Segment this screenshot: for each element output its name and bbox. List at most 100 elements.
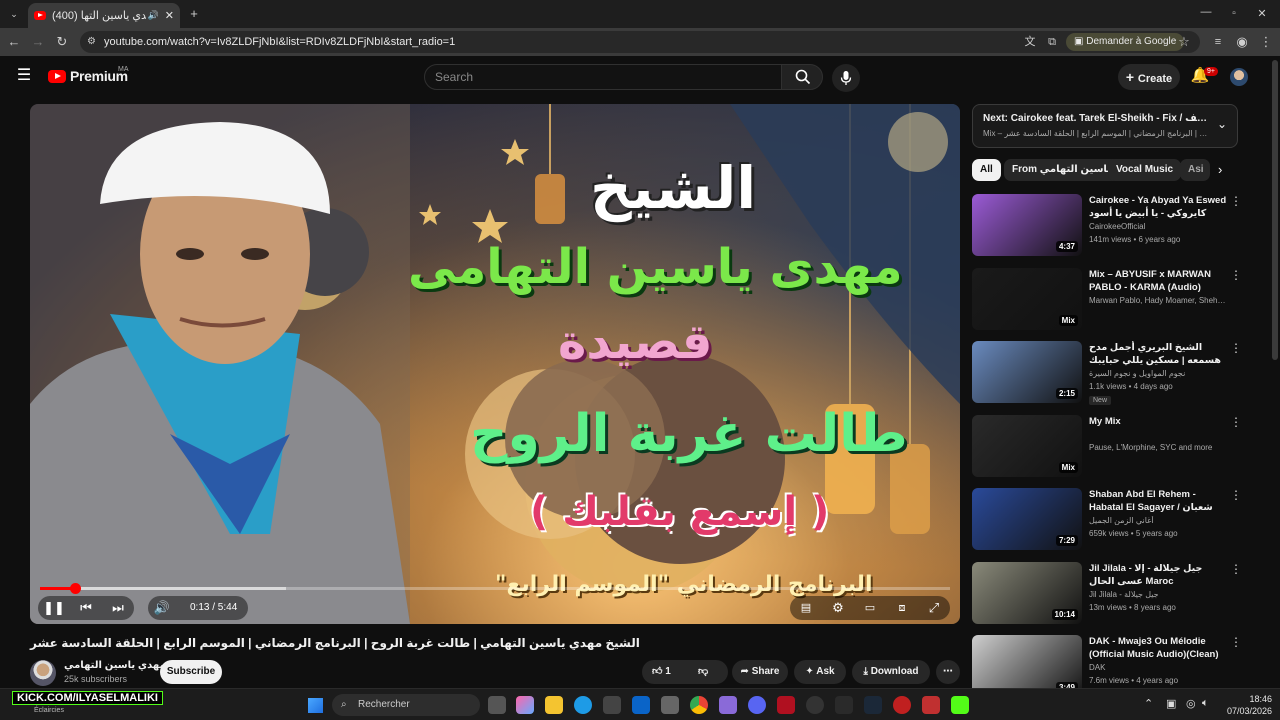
- recommendation-channel[interactable]: DAK: [1089, 663, 1229, 672]
- site-info-icon[interactable]: ⚙: [87, 31, 96, 53]
- account-avatar[interactable]: [1230, 68, 1248, 86]
- translate-icon[interactable]: 文: [1020, 28, 1040, 56]
- next-icon[interactable]: ⏭: [106, 596, 130, 620]
- recommendation-item[interactable]: 2:15 الشيخ البريري أجمل مدح هسمعه | مسكين…: [972, 341, 1252, 409]
- copilot-icon[interactable]: [516, 696, 534, 714]
- back-icon[interactable]: ←: [4, 28, 24, 56]
- more-vertical-icon[interactable]: ⋮: [1230, 488, 1242, 502]
- more-actions-button[interactable]: ⋯: [936, 660, 960, 684]
- subscribe-button[interactable]: Subscribe: [160, 660, 222, 684]
- steam-icon[interactable]: [864, 696, 882, 714]
- tab-close-icon[interactable]: ✕: [165, 9, 174, 22]
- kick-icon[interactable]: [951, 696, 969, 714]
- fullscreen-icon[interactable]: ⤢: [922, 596, 946, 620]
- dislike-icon[interactable]: 👎︎: [698, 660, 708, 684]
- channel-name[interactable]: مهدي ياسين التهامي ✔: [64, 660, 175, 671]
- channel-avatar[interactable]: [30, 660, 56, 686]
- more-vertical-icon[interactable]: ⋮: [1230, 562, 1242, 576]
- bookmark-star-icon[interactable]: ☆: [1174, 28, 1194, 56]
- system-clock[interactable]: 18:46 07/03/2026: [1220, 693, 1272, 717]
- forward-icon[interactable]: →: [28, 28, 48, 56]
- voice-search-button[interactable]: [832, 64, 860, 92]
- search-input[interactable]: Search: [424, 64, 782, 90]
- video-thumbnail[interactable]: 2:15: [972, 341, 1082, 403]
- network-icon[interactable]: ▣: [1166, 697, 1176, 710]
- video-player[interactable]: الشيخ مهدى ياسين التهامى قصيدة طالت غربة…: [30, 104, 960, 624]
- outlook-icon[interactable]: [632, 696, 650, 714]
- previous-icon[interactable]: ⏮: [74, 596, 98, 620]
- more-vertical-icon[interactable]: ⋮: [1230, 194, 1242, 208]
- video-thumbnail[interactable]: 4:37: [972, 194, 1082, 256]
- capture-icon[interactable]: [922, 696, 940, 714]
- install-app-icon[interactable]: ⧉: [1042, 28, 1062, 56]
- photos-icon[interactable]: [661, 696, 679, 714]
- edge-icon[interactable]: [574, 696, 592, 714]
- search-button[interactable]: [781, 64, 823, 90]
- obs-icon[interactable]: [806, 696, 824, 714]
- create-button[interactable]: + Create: [1118, 64, 1180, 90]
- wifi-icon[interactable]: ◎: [1186, 697, 1196, 710]
- recommendation-channel[interactable]: Jil Jilala - جيل جيلالة: [1089, 590, 1229, 599]
- volume-icon[interactable]: 🔊: [150, 596, 174, 620]
- filter-chip[interactable]: All: [972, 159, 1001, 181]
- chevron-down-icon[interactable]: ⌄: [1217, 117, 1227, 131]
- youtube-premium-logo[interactable]: Premium: [48, 68, 128, 84]
- video-thumbnail[interactable]: Mix: [972, 267, 1082, 330]
- chrome-icon[interactable]: [690, 696, 708, 714]
- page-scrollbar[interactable]: [1272, 60, 1278, 360]
- like-button[interactable]: 👍︎ 1: [652, 660, 671, 684]
- pause-icon[interactable]: ❚❚: [42, 596, 66, 620]
- download-button[interactable]: ⤓ Download: [852, 660, 930, 684]
- subtitles-icon[interactable]: ▤: [794, 596, 818, 620]
- recommendation-item[interactable]: 7:29 Shaban Abd El Rehem - Habatal El Sag…: [972, 488, 1252, 556]
- game-icon[interactable]: [719, 696, 737, 714]
- recommendation-channel[interactable]: CairokeeOfficial: [1089, 222, 1229, 231]
- store-icon[interactable]: [603, 696, 621, 714]
- discord-icon[interactable]: [748, 696, 766, 714]
- recommendation-title[interactable]: الشيخ البريري أجمل مدح هسمعه | مسكين يلل…: [1089, 341, 1229, 367]
- miniplayer-icon[interactable]: ▭: [858, 596, 882, 620]
- more-vertical-icon[interactable]: ⋮: [1230, 635, 1242, 649]
- progress-bar[interactable]: [40, 583, 950, 594]
- sound-icon[interactable]: 🔈︎: [1202, 697, 1209, 710]
- filter-chip[interactable]: Asi: [1180, 159, 1210, 181]
- video-thumbnail[interactable]: 7:29: [972, 488, 1082, 550]
- reload-icon[interactable]: ↻: [52, 28, 72, 56]
- maximize-icon[interactable]: ▫: [1224, 0, 1244, 28]
- app-badge-icon[interactable]: [893, 696, 911, 714]
- start-icon[interactable]: [308, 698, 323, 713]
- filter-chip[interactable]: Vocal Music: [1108, 159, 1182, 181]
- settings-gear-icon[interactable]: ⚙: [826, 596, 850, 620]
- profile-icon[interactable]: ◉: [1232, 28, 1252, 56]
- share-button[interactable]: ➦ Share: [732, 660, 788, 684]
- recommendation-item[interactable]: 10:14 Jil Jilala - جيل جيلالة - إلا عسى ا…: [972, 561, 1252, 630]
- ask-google-button[interactable]: ▣ Demander à Google: [1066, 33, 1185, 51]
- recommendation-title[interactable]: Mix – ABYUSIF x MARWAN PABLO - KARMA (Au…: [1089, 268, 1229, 294]
- close-window-icon[interactable]: ✕: [1252, 0, 1272, 28]
- new-tab-icon[interactable]: +: [184, 0, 204, 28]
- app-icon[interactable]: [835, 696, 853, 714]
- more-vertical-icon[interactable]: ⋮: [1230, 268, 1242, 282]
- recommendation-channel[interactable]: أغاني الزمن الجميل: [1089, 516, 1229, 525]
- recommendation-channel[interactable]: نجوم المواويل و نجوم السيرة: [1089, 369, 1229, 378]
- recommendation-item[interactable]: Mix My Mix Pause, L'Morphine, SYC and more…: [972, 414, 1252, 483]
- tab-list-icon[interactable]: ⌄: [4, 0, 24, 28]
- recommendation-title[interactable]: Jil Jilala - جيل جيلالة - إلا عسى الحال …: [1089, 562, 1229, 588]
- cast-icon[interactable]: ⧈: [890, 596, 914, 620]
- tray-chevron-icon[interactable]: ⌃: [1144, 697, 1153, 710]
- more-vertical-icon[interactable]: ⋮: [1230, 415, 1242, 429]
- adobe-icon[interactable]: [777, 696, 795, 714]
- browser-tab[interactable]: (400) الشيخ مهدي ياسين التها 🔊 ✕: [28, 3, 180, 28]
- ask-button[interactable]: ✦ Ask: [794, 660, 846, 684]
- progress-scrubber[interactable]: [69, 583, 81, 594]
- recommendation-title[interactable]: Shaban Abd El Rehem - Habatal El Sagayer…: [1089, 488, 1229, 514]
- hamburger-menu-icon[interactable]: ☰: [14, 62, 34, 90]
- recommendation-title[interactable]: Cairokee - Ya Abyad Ya Eswed كايروكي - ي…: [1089, 194, 1229, 220]
- reading-list-icon[interactable]: ≡: [1208, 28, 1228, 56]
- recommendation-title[interactable]: DAK - Mwaje3 Ou Mélodie (Official Music …: [1089, 635, 1229, 661]
- file-explorer-icon[interactable]: [545, 696, 563, 714]
- recommendation-item[interactable]: 4:37 Cairokee - Ya Abyad Ya Eswed كايروكي…: [972, 194, 1252, 262]
- more-vertical-icon[interactable]: ⋮: [1230, 341, 1242, 355]
- video-thumbnail[interactable]: Mix: [972, 414, 1082, 477]
- up-next-panel[interactable]: Next: Cairokee feat. Tarek El-Sheikh - F…: [972, 104, 1238, 148]
